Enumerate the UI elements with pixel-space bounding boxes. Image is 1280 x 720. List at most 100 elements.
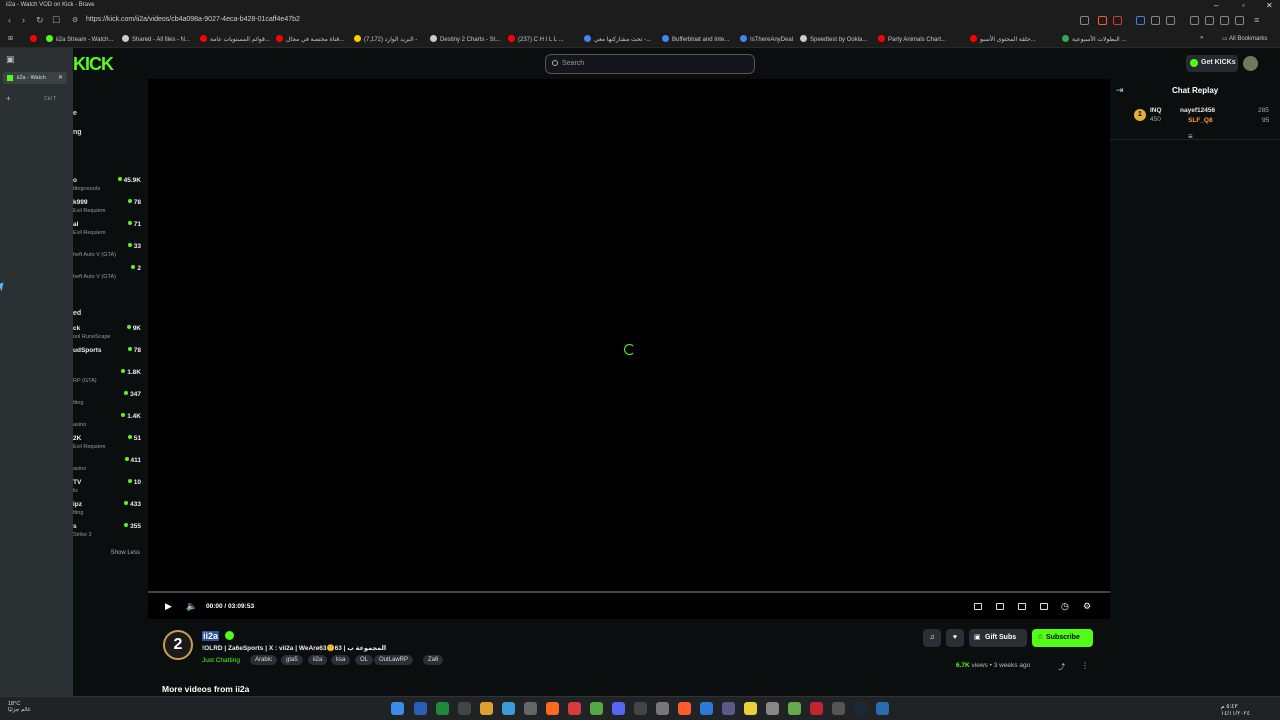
close-window-button[interactable]: ✕ [1266,1,1273,10]
play-icon[interactable]: ▶ [165,601,172,612]
leaderboard-name[interactable]: INQ [1150,107,1162,114]
bookmark-item[interactable]: ii2a Stream - Watch... [46,35,113,43]
bookmark-item[interactable] [30,35,40,43]
bookmark-item[interactable]: حلقة المحتوى الأسبو... [970,35,1036,43]
gift-subs-button[interactable]: ▣ Gift Subs [969,629,1027,647]
sidebar-channel[interactable]: ipz tting 433 [73,501,141,523]
sidebar-channel[interactable]: al Evil Requiem 71 [73,221,141,243]
reload-icon[interactable]: ↻ [36,15,44,26]
tag[interactable]: Za6 [423,655,444,665]
start-icon[interactable] [391,702,404,715]
tabs-icon[interactable]: ⊞ [8,35,13,42]
notes-icon[interactable] [744,702,757,715]
widgets-icon[interactable] [414,702,427,715]
minecraft-icon[interactable] [590,702,603,715]
sidebar-channel[interactable]: asino 411 [73,457,141,479]
sidebar-channel[interactable]: 2K Evil Requiem 51 [73,435,141,457]
more-bookmarks-icon[interactable]: » [1200,35,1203,41]
tag[interactable]: Arabic [250,655,278,665]
sidebar-channel[interactable]: k999 Evil Requiem 78 [73,199,141,221]
sidebar-channel[interactable]: s Strike 2 355 [73,523,141,545]
bookmark-item[interactable]: تحت مشاركتها معي -... [584,35,651,43]
collapse-chat-icon[interactable]: ⇥ [1116,85,1124,96]
bookmark-item[interactable]: Shared - All files - N... [122,35,190,43]
chrome-icon[interactable] [634,702,647,715]
bookmark-item[interactable]: IsThereAnyDeal [740,35,793,43]
app-icon[interactable] [766,702,779,715]
vscode-icon[interactable] [700,702,713,715]
extensions-icon[interactable] [1151,16,1160,25]
bookmark-item[interactable]: البطولات الأسبوعية ... [1062,35,1126,43]
bookmark-item[interactable]: Speedtest by Ookla... [800,35,867,43]
url-field[interactable]: https://kick.com/ii2a/videos/cb4a098a-90… [86,16,300,23]
sidebar-channel[interactable]: heft Auto V (GTA) 2 [73,265,141,287]
category-link[interactable]: Just Chatting [202,657,240,664]
app-icon[interactable] [568,702,581,715]
bookmark-item[interactable]: البريد الوارد (7,172) - [354,35,417,43]
bookmark-item[interactable]: (237) C H I L L ... [508,35,564,43]
sidebar-channel[interactable]: heft Auto V (GTA) 33 [73,243,141,265]
channel-name[interactable]: ii2a [202,631,220,641]
tag[interactable]: OutLawRP [374,655,414,665]
weather-widget[interactable]: 18°C غائم جزئيًا [8,701,31,713]
edge-icon[interactable] [502,702,515,715]
split-view-icon[interactable] [1205,16,1214,25]
clip-icon[interactable] [996,603,1004,610]
avatar[interactable] [1243,56,1258,71]
discord-icon[interactable] [612,702,625,715]
share-icon[interactable]: ⤴ [1058,662,1065,672]
brave-icon[interactable] [678,702,691,715]
bookmark-item[interactable]: قناة مختصة في مجال... [276,35,344,43]
settings-icon[interactable]: ⚙ [1083,601,1091,612]
sidebar-channel[interactable]: asino 1.4K [73,413,141,435]
minimize-button[interactable]: – [1214,1,1218,10]
sidebar-toggle-icon[interactable]: ▣ [6,54,15,65]
notification-bell-icon[interactable]: ♫ [923,629,941,647]
extension-icon[interactable] [1136,16,1145,25]
theater-mode-icon[interactable] [1018,603,1026,610]
sidebar-channel[interactable]: ck ool RuneScape 9K [73,325,141,347]
vpn-icon[interactable] [1235,16,1244,25]
miniplayer-icon[interactable] [974,603,982,610]
tag[interactable]: gta5 [281,655,303,665]
maximize-button[interactable]: ▫ [1242,1,1245,10]
bookmark-item[interactable]: Destiny 2 Charts - St... [430,35,500,43]
video-player[interactable]: ▶ 🔈 00:00 / 03:09:53 ◷ ⚙ [148,79,1110,619]
menu-icon[interactable]: ≡ [1254,15,1259,25]
wallet-icon[interactable] [1220,16,1229,25]
app-icon[interactable] [876,702,889,715]
share-icon[interactable] [1080,16,1089,25]
close-tab-icon[interactable]: ✕ [58,74,63,81]
system-clock[interactable]: ٥:٤٣ م ١٤/١١/٢٠٢٤ [1221,703,1250,717]
leaderboard-name[interactable]: nayef12456 [1180,107,1215,114]
tab-kick[interactable]: ii2a - Watch ✕ [3,72,67,84]
kick-logo[interactable]: KICK [73,54,114,75]
site-info-icon[interactable]: ⚙ [72,16,78,24]
sidebar-channel[interactable]: RP (GTA) 1.8K [73,369,141,391]
get-kicks-button[interactable]: Get KICKs [1186,55,1238,72]
app-icon[interactable] [832,702,845,715]
sidebar-icon[interactable] [1166,16,1175,25]
bitwarden-icon[interactable] [722,702,735,715]
xbox-icon[interactable] [436,702,449,715]
brave-shields-icon[interactable] [1098,16,1107,25]
sidebar-channel[interactable]: TV lic 10 [73,479,141,501]
subscribe-button[interactable]: ☆ Subscribe [1032,629,1093,647]
back-icon[interactable]: ‹ [8,15,11,25]
sidebar-channel[interactable]: o ttlegrounds 45.9K [73,177,141,199]
settings-app-icon[interactable] [458,702,471,715]
bookmark-page-icon[interactable]: ☐ [52,15,60,26]
show-less-button[interactable]: Show Less [111,550,140,556]
search-input[interactable]: Search [545,54,755,74]
app-icon[interactable] [656,702,669,715]
leaderboard-name[interactable]: SLF_Q8 [1188,117,1213,124]
avatar[interactable]: 2 [163,630,193,660]
app-icon[interactable] [788,702,801,715]
brave-rewards-icon[interactable] [1113,16,1122,25]
more-options-icon[interactable]: ⋮ [1081,661,1089,670]
bookmark-item[interactable]: Bufferbloat and Inte... [662,35,729,43]
forward-icon[interactable]: › [22,15,25,25]
volume-icon[interactable]: 🔈 [186,601,197,612]
tag[interactable]: ksa [331,655,351,665]
new-tab-button[interactable]: + [6,94,11,103]
